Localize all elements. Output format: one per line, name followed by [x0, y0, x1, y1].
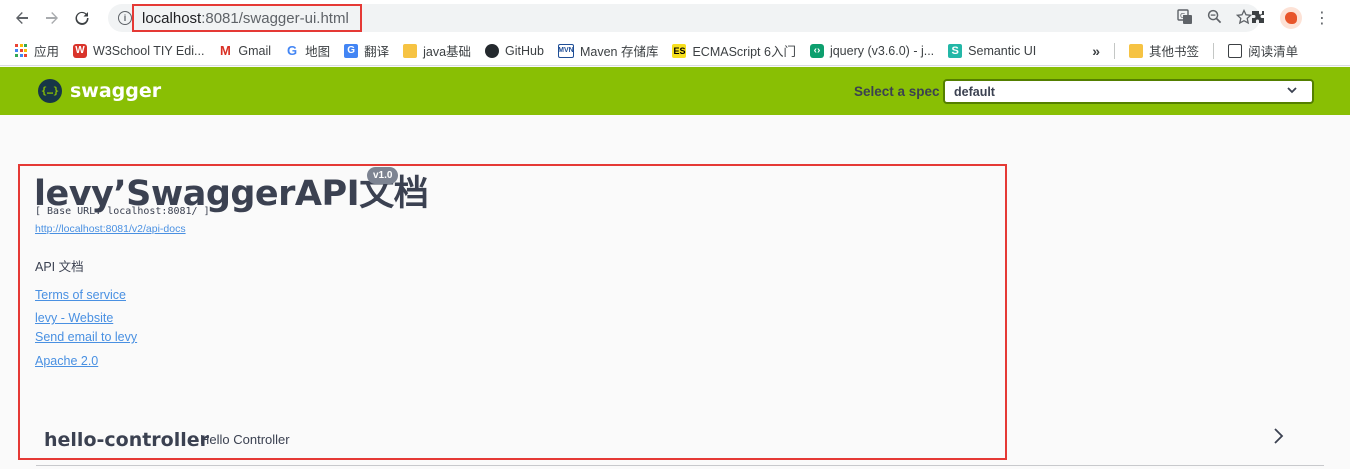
url-text[interactable]: localhost:8081/swagger-ui.html: [132, 4, 362, 32]
url-path: :8081/swagger-ui.html: [201, 9, 349, 27]
jquery-icon: ‹›: [809, 43, 824, 58]
bookmarks-overflow-button[interactable]: »: [1092, 43, 1100, 59]
folder-icon: [403, 43, 418, 58]
base-url: [ Base URL: localhost:8081/ ]: [35, 206, 210, 217]
bookmark-label: java基础: [423, 45, 472, 59]
forward-arrow-icon[interactable]: [37, 3, 67, 33]
omnibox-actions: G: [1177, 8, 1253, 28]
terms-of-service-link[interactable]: Terms of service: [35, 288, 126, 302]
controller-description: Hello Controller: [200, 432, 290, 447]
es-icon: ES: [672, 43, 687, 58]
bookmark-label: ECMAScript 6入门: [692, 45, 796, 59]
bookmark-w3school[interactable]: W W3School TIY Edi...: [73, 43, 205, 58]
website-link[interactable]: levy - Website: [35, 311, 113, 325]
bookmark-label: Semantic UI: [968, 43, 1037, 58]
maven-icon: MVN: [557, 43, 574, 58]
info-icon[interactable]: i: [118, 11, 132, 25]
translate-icon: G: [344, 43, 359, 58]
bookmark-apps[interactable]: 应用: [14, 41, 59, 60]
bookmark-ecmascript[interactable]: ES ECMAScript 6入门: [672, 41, 796, 60]
license-link[interactable]: Apache 2.0: [35, 354, 98, 368]
chevron-right-icon[interactable]: [1272, 426, 1286, 452]
zoom-icon[interactable]: [1207, 9, 1222, 28]
bookmark-jquery[interactable]: ‹› jquery (v3.6.0) - j...: [809, 43, 935, 58]
bookmark-translate[interactable]: G 翻译: [344, 41, 389, 60]
swagger-logo[interactable]: {…} swagger: [38, 79, 161, 103]
browser-toolbar: i localhost:8081/swagger-ui.html G ⋮: [0, 0, 1350, 36]
extension-area: ⋮: [1250, 7, 1330, 29]
chrome-menu-icon[interactable]: ⋮: [1314, 8, 1330, 28]
bookmark-label: 其他书签: [1149, 45, 1200, 59]
bookmark-label: 翻译: [364, 45, 390, 59]
address-bar[interactable]: i localhost:8081/swagger-ui.html G: [108, 4, 1260, 32]
bookmark-label: jquery (v3.6.0) - j...: [829, 43, 935, 58]
google-maps-icon: G: [287, 43, 298, 58]
bookmark-maven[interactable]: MVN Maven 存储库: [557, 41, 659, 60]
controller-name: hello-controller: [44, 429, 210, 451]
apps-grid-icon: [14, 43, 28, 58]
bookmark-github[interactable]: GitHub: [485, 43, 544, 58]
folder-icon: [1129, 43, 1144, 58]
extensions-puzzle-icon[interactable]: [1250, 9, 1268, 27]
api-description: API 文档: [35, 260, 84, 274]
email-link[interactable]: Send email to levy: [35, 330, 137, 344]
translate-page-icon[interactable]: G: [1177, 9, 1193, 28]
bookmark-label: GitHub: [505, 43, 544, 58]
github-icon: [485, 43, 500, 58]
controller-section-hello[interactable]: hello-controller Hello Controller: [36, 424, 1324, 466]
swagger-topbar: {…} swagger Select a spec default: [0, 67, 1350, 115]
bookmarks-bar: 应用 W W3School TIY Edi... M Gmail G 地图 G …: [0, 36, 1350, 66]
bookmarks-divider: [1114, 42, 1116, 59]
spec-label: Select a spec: [854, 84, 940, 99]
bookmark-semantic-ui[interactable]: S Semantic UI: [948, 43, 1037, 58]
bookmark-label: Maven 存储库: [579, 45, 659, 59]
back-arrow-icon[interactable]: [7, 3, 37, 33]
bookmark-label: W3School TIY Edi...: [93, 43, 205, 58]
w3school-icon: W: [73, 43, 88, 58]
reload-icon[interactable]: [67, 3, 97, 33]
semantic-ui-icon: S: [948, 43, 963, 58]
bookmark-maps[interactable]: G 地图: [285, 41, 330, 60]
bookmarks-divider: [1213, 42, 1215, 59]
profile-avatar[interactable]: [1280, 7, 1302, 29]
bookmark-label: 阅读清单: [1248, 45, 1299, 59]
spec-select-value: default: [954, 84, 995, 99]
bookmark-java-basics[interactable]: java基础: [403, 41, 471, 60]
reading-list-icon: [1228, 43, 1243, 58]
bookmark-other[interactable]: 其他书签: [1129, 41, 1199, 60]
api-docs-link[interactable]: http://localhost:8081/v2/api-docs: [35, 223, 186, 235]
bookmark-label: 应用: [34, 45, 60, 59]
bookmark-gmail[interactable]: M Gmail: [218, 43, 272, 58]
swagger-logo-text: swagger: [70, 80, 162, 102]
swagger-logo-icon: {…}: [38, 79, 62, 103]
bookmark-reading-list[interactable]: 阅读清单: [1228, 41, 1298, 60]
chevron-down-icon: [1286, 84, 1298, 99]
gmail-icon: M: [220, 43, 231, 58]
bookmark-label: 地图: [305, 45, 331, 59]
svg-text:G: G: [1180, 12, 1185, 20]
bookmark-label: Gmail: [238, 43, 272, 58]
url-host: localhost: [142, 9, 202, 27]
spec-select[interactable]: default: [943, 79, 1314, 104]
version-badge: v1.0: [367, 167, 399, 184]
